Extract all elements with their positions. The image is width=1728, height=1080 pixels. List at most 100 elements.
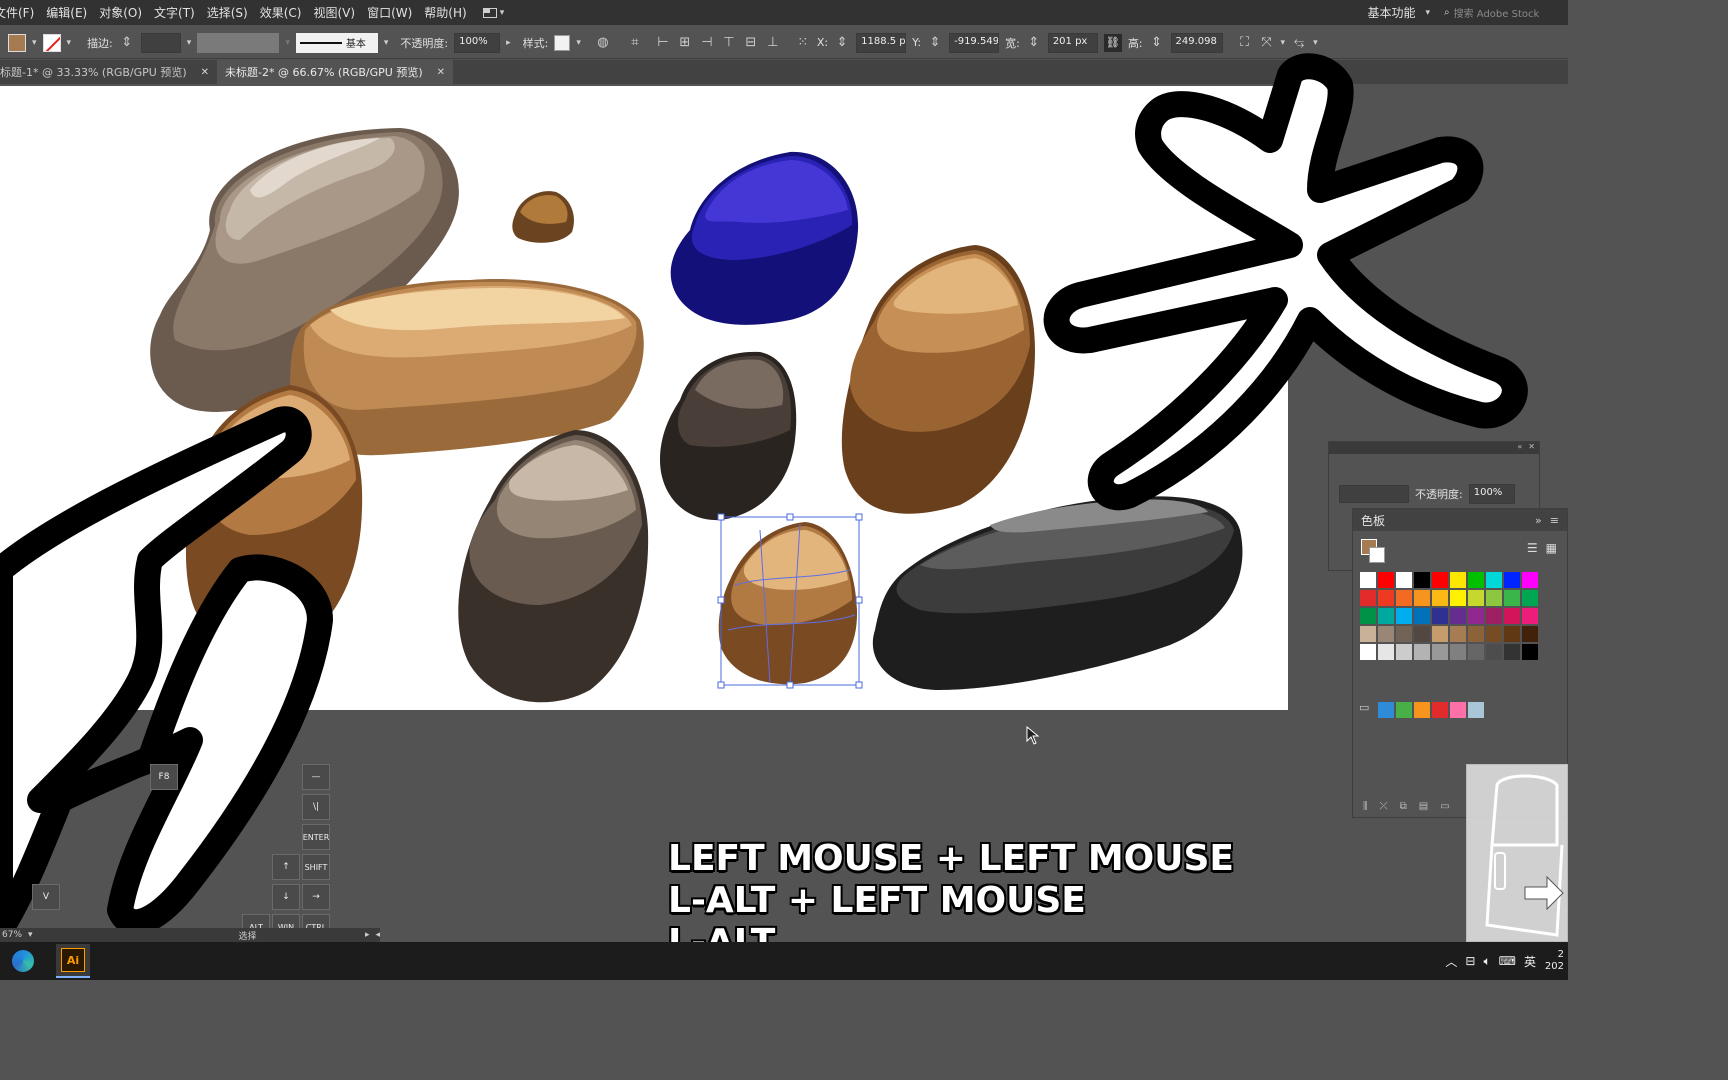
color-swatch[interactable]	[1377, 625, 1395, 643]
color-swatch[interactable]	[1467, 589, 1485, 607]
color-swatch[interactable]	[1503, 607, 1521, 625]
expand-icon[interactable]: »	[1535, 514, 1542, 527]
keyboard-icon[interactable]: ⌨	[1499, 954, 1516, 968]
color-swatch[interactable]	[1431, 589, 1449, 607]
color-swatch[interactable]	[1485, 589, 1503, 607]
color-swatch[interactable]	[1359, 571, 1377, 589]
color-swatch[interactable]	[1485, 643, 1503, 661]
new-group-icon[interactable]: ▭	[1440, 801, 1449, 812]
color-swatch[interactable]	[1521, 643, 1539, 661]
taskbar: Ai ︿ ⊟ 🔈︎ ⌨ 英 2 202	[0, 942, 1568, 980]
color-swatch[interactable]	[1413, 607, 1431, 625]
color-swatch[interactable]	[1431, 701, 1449, 719]
color-swatch[interactable]	[1395, 607, 1413, 625]
clock[interactable]: 2 202	[1544, 949, 1564, 973]
color-swatch[interactable]	[1413, 625, 1431, 643]
color-swatch[interactable]	[1503, 589, 1521, 607]
calligraphy-overlay-right	[1043, 53, 1528, 511]
color-swatch[interactable]	[1449, 571, 1467, 589]
color-swatch[interactable]	[1449, 625, 1467, 643]
network-icon[interactable]: ⊟	[1465, 954, 1475, 968]
taskbar-edge[interactable]	[6, 944, 40, 978]
color-swatch[interactable]	[1449, 643, 1467, 661]
list-view-icon[interactable]: ☰	[1527, 541, 1538, 555]
opacity-field[interactable]: 100%	[1468, 484, 1515, 504]
show-kinds-icon[interactable]: ⧉	[1400, 801, 1407, 812]
system-tray: ︿ ⊟ 🔈︎ ⌨ 英 2 202	[1445, 942, 1568, 980]
rock-blue[interactable]	[670, 151, 859, 325]
rock-selected[interactable]	[717, 513, 863, 689]
swatches-view-toggle: ☰ ▦	[1527, 541, 1557, 555]
rock-orange[interactable]	[841, 245, 1035, 514]
swatch-group: ▭	[1359, 701, 1485, 719]
blend-mode-select[interactable]	[1339, 485, 1409, 503]
color-swatch[interactable]	[1449, 701, 1467, 719]
color-swatch[interactable]	[1449, 607, 1467, 625]
fill-stroke-preview[interactable]	[1361, 539, 1385, 563]
menu-icon[interactable]: ≡	[1550, 514, 1559, 527]
color-swatch[interactable]	[1413, 589, 1431, 607]
swatch-group-icon[interactable]: ▤	[1419, 801, 1428, 812]
chevron-down-icon[interactable]: ▾	[28, 930, 33, 940]
close-icon[interactable]: ✕	[1528, 442, 1535, 454]
key-right-arrow: →	[302, 884, 330, 910]
key-minus: —	[302, 764, 330, 790]
grid-view-icon[interactable]: ▦	[1546, 541, 1557, 555]
rock-small-brown[interactable]	[512, 191, 575, 243]
color-swatch[interactable]	[1467, 701, 1485, 719]
color-swatch[interactable]	[1395, 625, 1413, 643]
play-icon[interactable]: ▸	[365, 930, 370, 940]
color-swatch[interactable]	[1431, 607, 1449, 625]
color-swatch[interactable]	[1377, 571, 1395, 589]
rock-gray-tall[interactable]	[458, 430, 649, 703]
color-swatch[interactable]	[1395, 571, 1413, 589]
mouse-overlay	[1466, 764, 1568, 942]
color-swatch[interactable]	[1467, 643, 1485, 661]
color-swatch[interactable]	[1431, 571, 1449, 589]
color-swatch[interactable]	[1467, 607, 1485, 625]
color-swatch[interactable]	[1431, 643, 1449, 661]
color-swatch[interactable]	[1377, 643, 1395, 661]
color-swatch[interactable]	[1413, 643, 1431, 661]
color-swatch[interactable]	[1395, 589, 1413, 607]
color-swatch[interactable]	[1503, 571, 1521, 589]
color-swatch[interactable]	[1395, 643, 1413, 661]
color-swatch[interactable]	[1359, 625, 1377, 643]
collapse-icon[interactable]: «	[1517, 442, 1522, 454]
color-swatch[interactable]	[1521, 607, 1539, 625]
color-swatch[interactable]	[1467, 625, 1485, 643]
color-swatch[interactable]	[1521, 589, 1539, 607]
color-swatch[interactable]	[1485, 607, 1503, 625]
color-swatch[interactable]	[1467, 571, 1485, 589]
color-swatch[interactable]	[1359, 607, 1377, 625]
color-swatch[interactable]	[1431, 625, 1449, 643]
swatch-options-icon[interactable]: ⤫	[1380, 801, 1388, 812]
color-swatch[interactable]	[1377, 607, 1395, 625]
volume-icon[interactable]: 🔈︎	[1483, 954, 1490, 969]
cursor-icon	[1026, 726, 1040, 745]
color-swatch[interactable]	[1503, 625, 1521, 643]
rock-black-large[interactable]	[872, 496, 1243, 690]
taskbar-illustrator[interactable]: Ai	[56, 944, 90, 978]
color-swatch[interactable]	[1503, 643, 1521, 661]
color-swatch[interactable]	[1377, 589, 1395, 607]
color-swatch[interactable]	[1377, 701, 1395, 719]
key-down-arrow: ↓	[272, 884, 300, 910]
color-swatch[interactable]	[1413, 701, 1431, 719]
color-swatch[interactable]	[1395, 701, 1413, 719]
color-swatch[interactable]	[1413, 571, 1431, 589]
color-swatch[interactable]	[1485, 571, 1503, 589]
chevron-up-icon[interactable]: ︿	[1445, 953, 1457, 970]
rock-dark-gray[interactable]	[660, 351, 797, 521]
zoom-level[interactable]: 67%	[2, 930, 22, 940]
ime-indicator[interactable]: 英	[1524, 953, 1536, 970]
color-swatch[interactable]	[1485, 625, 1503, 643]
color-swatch[interactable]	[1521, 625, 1539, 643]
key-shift: SHIFT	[302, 854, 330, 880]
scroll-left-icon[interactable]: ◂	[375, 930, 380, 940]
color-swatch[interactable]	[1359, 643, 1377, 661]
color-swatch[interactable]	[1449, 589, 1467, 607]
color-swatch[interactable]	[1521, 571, 1539, 589]
color-swatch[interactable]	[1359, 589, 1377, 607]
library-icon[interactable]: ⫼	[1363, 801, 1368, 812]
